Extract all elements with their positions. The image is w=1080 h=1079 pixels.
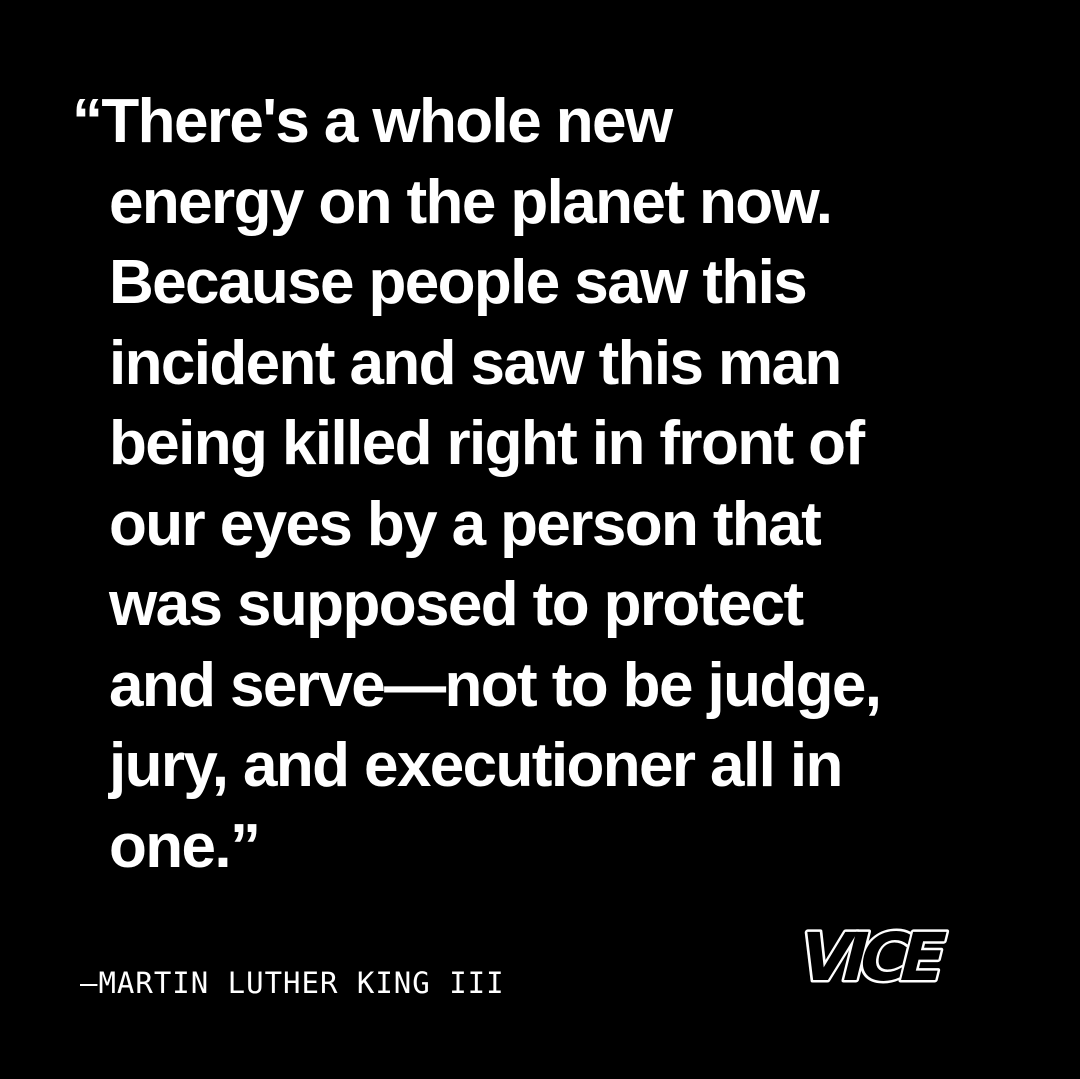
quote-line: incident and saw this man bbox=[109, 328, 842, 398]
quote-card: “There's a whole new energy on the plane… bbox=[0, 0, 1080, 1079]
quote-line: was supposed to protect bbox=[109, 570, 804, 639]
vice-logo: VICE bbox=[752, 922, 984, 994]
quote-line: our eyes by a person that bbox=[109, 489, 822, 559]
vice-logo-text: VICE bbox=[791, 922, 951, 994]
quote-line: being killed right in front of bbox=[109, 409, 865, 478]
quote-line: Because people saw this bbox=[109, 248, 808, 317]
quote-text: “There's a whole new energy on the plane… bbox=[72, 82, 1032, 887]
quote-line: and serve—not to be judge, bbox=[109, 650, 882, 720]
attribution: —MARTIN LUTHER KING III bbox=[80, 966, 505, 1000]
quote-line: jury, and executioner all in bbox=[109, 731, 843, 800]
quote-line: energy on the planet now. bbox=[109, 167, 833, 237]
quote-line: one.” bbox=[109, 811, 261, 881]
quote-line: “There's a whole new bbox=[72, 87, 673, 156]
